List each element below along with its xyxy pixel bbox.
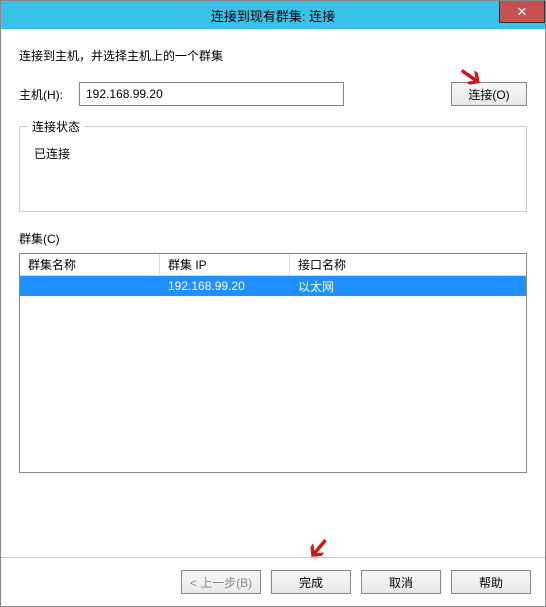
th-interface-name[interactable]: 接口名称: [290, 254, 526, 275]
dialog-content: 连接到主机，并选择主机上的一个群集 主机(H): 连接(O) 连接状态 已连接 …: [1, 29, 545, 473]
cluster-table[interactable]: 群集名称 群集 IP 接口名称 192.168.99.20 以太网: [19, 253, 527, 473]
close-button[interactable]: ✕: [499, 1, 545, 23]
back-button: < 上一步(B): [181, 570, 261, 594]
help-button[interactable]: 帮助: [451, 570, 531, 594]
cancel-button[interactable]: 取消: [361, 570, 441, 594]
connect-button[interactable]: 连接(O): [451, 82, 527, 106]
titlebar: 连接到现有群集: 连接 ✕: [1, 1, 545, 29]
dialog-footer: < 上一步(B) 完成 取消 帮助: [1, 557, 545, 606]
host-row: 主机(H): 连接(O): [19, 82, 527, 106]
close-icon: ✕: [517, 4, 528, 20]
window-title: 连接到现有群集: 连接: [211, 6, 335, 25]
th-cluster-name[interactable]: 群集名称: [20, 254, 160, 275]
connection-status-group: 连接状态 已连接: [19, 126, 527, 212]
host-input[interactable]: [79, 82, 344, 106]
table-header: 群集名称 群集 IP 接口名称: [20, 254, 526, 276]
finish-button[interactable]: 完成: [271, 570, 351, 594]
instruction-text: 连接到主机，并选择主机上的一个群集: [19, 47, 527, 64]
th-cluster-ip[interactable]: 群集 IP: [160, 254, 290, 275]
td-cluster-ip: 192.168.99.20: [160, 279, 290, 293]
table-row[interactable]: 192.168.99.20 以太网: [20, 276, 526, 296]
host-label: 主机(H):: [19, 86, 79, 103]
status-value: 已连接: [30, 145, 516, 162]
cluster-label: 群集(C): [19, 230, 527, 247]
td-interface-name: 以太网: [290, 278, 526, 295]
status-legend: 连接状态: [28, 118, 84, 135]
